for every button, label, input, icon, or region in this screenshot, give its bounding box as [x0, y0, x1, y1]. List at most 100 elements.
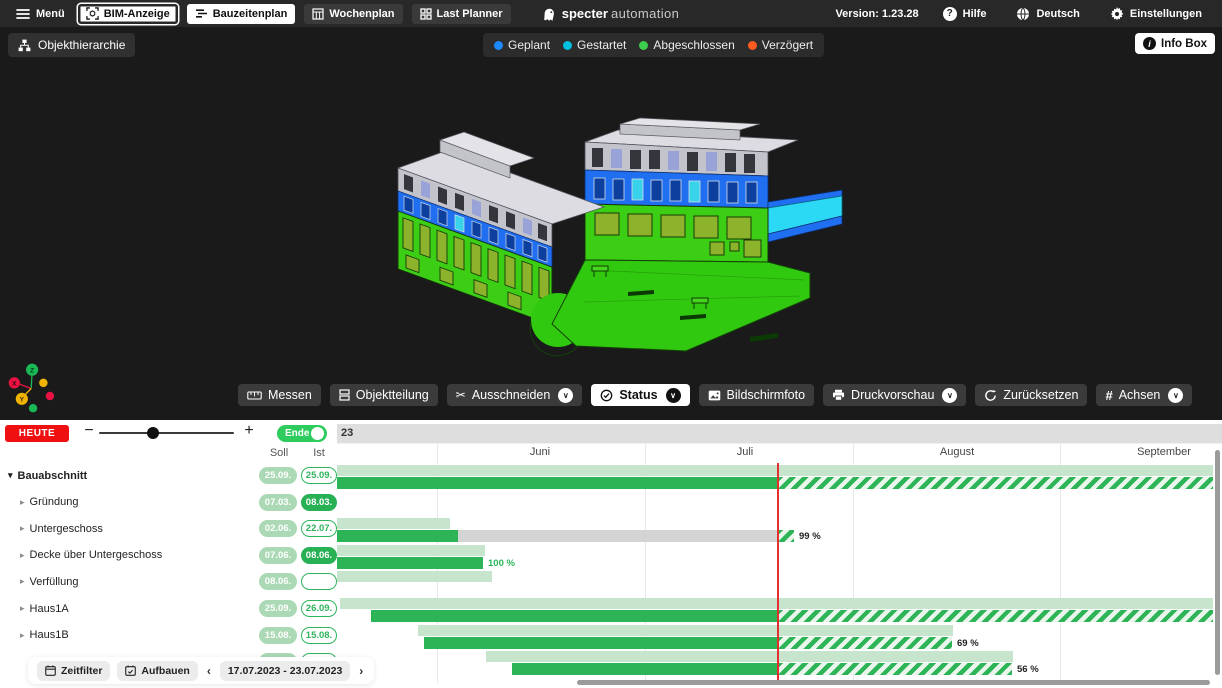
zoom-slider[interactable] [99, 425, 234, 441]
soll-bar[interactable] [337, 571, 492, 582]
druckvorschau-button[interactable]: Druckvorschau∨ [823, 384, 966, 406]
info-box-button[interactable]: i Info Box [1135, 33, 1215, 54]
expand-icon[interactable]: ▸ [20, 497, 25, 508]
bim-model-3d[interactable] [380, 110, 860, 360]
ist-bar[interactable] [337, 530, 458, 542]
chevron-down-icon[interactable]: ∨ [942, 388, 957, 403]
calendar-check-icon [125, 665, 136, 676]
nav-bauzeitenplan-button[interactable]: Bauzeitenplan [187, 4, 296, 24]
chevron-down-icon[interactable]: ∨ [666, 388, 681, 403]
forecast-bar[interactable] [777, 610, 1213, 622]
date-range-button[interactable]: 17.07.2023 - 23.07.2023 [220, 661, 350, 681]
label: Hilfe [963, 8, 987, 20]
zur-cksetzen-button[interactable]: Zurücksetzen [975, 384, 1087, 406]
vertical-scrollbar[interactable] [1215, 450, 1220, 675]
ist-bar[interactable] [512, 663, 777, 675]
expand-icon[interactable]: ▸ [20, 630, 25, 641]
time-filter-button[interactable]: Zeitfilter [37, 661, 110, 681]
bim-viewport[interactable]: Objekthierarchie GeplantGestartetAbgesch… [0, 27, 1222, 420]
deutsch-button[interactable]: Deutsch [1010, 6, 1085, 22]
collapse-icon[interactable]: ▾ [8, 470, 13, 481]
bildschirmfoto-button[interactable]: Bildschirmfoto [699, 384, 815, 406]
orientation-gizmo[interactable]: Z X Y [4, 360, 79, 417]
ende-toggle[interactable]: Ende [277, 425, 327, 442]
ausschneiden-button[interactable]: ✂ Ausschneiden ∨ [447, 384, 583, 406]
task-name: Bauabschnitt [18, 470, 88, 482]
einstellungen-button[interactable]: Einstellungen [1104, 6, 1208, 22]
soll-bar[interactable] [337, 545, 485, 556]
ist-bar[interactable] [424, 637, 777, 649]
legend-item-gestartet: Gestartet [563, 38, 626, 52]
next-week-button[interactable]: › [357, 664, 365, 678]
aufbauen-button[interactable]: Aufbauen [117, 661, 197, 681]
chevron-down-icon[interactable]: ∨ [1168, 388, 1183, 403]
tool-label: Ausschneiden [472, 388, 551, 402]
soll-date-pill: 08.06. [259, 573, 297, 590]
nav-wochenplan-button[interactable]: Wochenplan [304, 4, 402, 24]
soll-date-pill: 07.06. [259, 547, 297, 564]
chevron-down-icon[interactable]: ∨ [558, 388, 573, 403]
ist-date-pill [301, 573, 337, 590]
forecast-bar[interactable] [777, 637, 952, 649]
hilfe-button[interactable]: ?Hilfe [937, 6, 993, 22]
progress-percentage: 69 % [957, 638, 979, 649]
today-button[interactable]: HEUTE [5, 425, 69, 442]
task-row-label[interactable]: ▾ Bauabschnitt [0, 462, 87, 489]
task-row-label[interactable]: ▸ Haus1B [0, 622, 69, 649]
object-hierarchy-button[interactable]: Objekthierarchie [8, 33, 135, 57]
soll-bar[interactable] [337, 518, 450, 529]
achsen-button[interactable]: #Achsen∨ [1096, 384, 1192, 406]
legend-dot [494, 41, 503, 50]
topbar-left: Menü BIM-Anzeige Bauzeitenplan Wochenplan L… [0, 4, 511, 24]
task-row-label[interactable]: ▸Haus1A [0, 595, 69, 622]
bim-icon [86, 7, 99, 20]
expand-icon[interactable]: ▸ [20, 523, 25, 534]
nav-bim-anzeige-button[interactable]: BIM-Anzeige [78, 4, 178, 24]
label: Deutsch [1036, 8, 1079, 20]
info-icon: i [1143, 37, 1156, 50]
remaining-bar[interactable] [458, 530, 777, 542]
progress-percentage: 99 % [799, 531, 821, 542]
chevron-right-icon: › [359, 664, 363, 678]
brand-name: specter [562, 6, 608, 21]
soll-bar[interactable] [418, 625, 953, 636]
messen-button[interactable]: Messen [238, 384, 321, 406]
soll-date-pill: 07.03. [259, 494, 297, 511]
status-button[interactable]: Status∨ [591, 384, 689, 406]
forecast-bar[interactable] [777, 477, 1213, 489]
reset-icon [984, 389, 997, 402]
forecast-bar[interactable] [777, 663, 1012, 675]
ist-column-header: Ist [301, 447, 337, 459]
task-row-label[interactable]: ▸Gründung [0, 489, 78, 516]
ist-bar[interactable] [371, 610, 777, 622]
task-row-label[interactable]: ▸Untergeschoss [0, 515, 103, 542]
photo-icon [708, 390, 721, 401]
forecast-bar[interactable] [777, 530, 794, 542]
split-icon [339, 389, 350, 401]
soll-date-pill: 02.06. [259, 520, 297, 537]
soll-bar[interactable] [337, 465, 1213, 476]
menu-button[interactable]: Menü [12, 6, 69, 22]
grid-icon [420, 8, 432, 20]
zoom-out-button[interactable]: − [80, 422, 98, 440]
aufbauen-label: Aufbauen [141, 665, 189, 677]
horizontal-scrollbar[interactable] [577, 680, 1210, 685]
task-row-label[interactable]: ▸Decke über Untergeschoss [0, 542, 162, 569]
zoom-in-button[interactable]: + [240, 422, 258, 440]
soll-bar[interactable] [486, 651, 1013, 662]
task-name: Haus1B [30, 629, 69, 641]
expand-icon[interactable]: ▸ [20, 603, 25, 614]
scissors-icon: ✂ [456, 389, 466, 401]
nav-label: Wochenplan [329, 8, 394, 20]
prev-week-button[interactable]: ‹ [205, 664, 213, 678]
ist-bar[interactable] [337, 477, 777, 489]
objektteilung-button[interactable]: Objektteilung [330, 384, 438, 406]
task-row-label[interactable]: ▸ Verfüllung [0, 568, 78, 595]
expand-icon[interactable]: ▸ [20, 576, 25, 587]
zoom-slider-knob[interactable] [147, 427, 159, 439]
nav-last-planner-button[interactable]: Last Planner [412, 4, 511, 24]
ist-bar[interactable] [337, 557, 483, 569]
ist-date-pill: 25.09. [301, 467, 337, 484]
task-name: Verfüllung [30, 576, 79, 588]
expand-icon[interactable]: ▸ [20, 550, 25, 561]
